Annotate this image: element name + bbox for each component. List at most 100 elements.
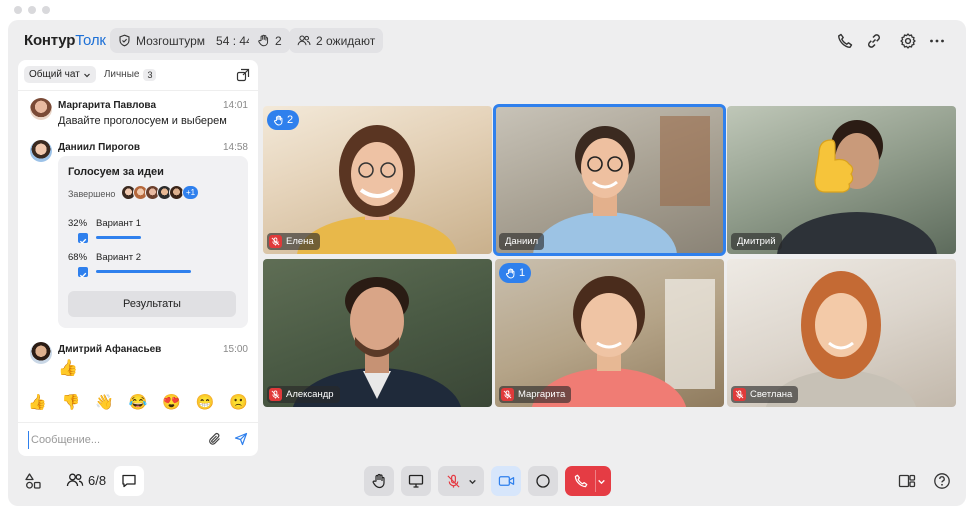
button-divider xyxy=(595,470,596,492)
avatar[interactable] xyxy=(30,98,52,120)
video-tile[interactable]: 1 Маргарита xyxy=(495,259,724,407)
leave-call-button[interactable] xyxy=(565,466,611,496)
mic-off-icon xyxy=(501,388,514,401)
brand-main: Контур xyxy=(24,32,76,49)
window-dot[interactable] xyxy=(28,6,36,14)
participant-video xyxy=(765,271,917,407)
raised-hand-badge: 2 xyxy=(267,110,300,130)
window-dot[interactable] xyxy=(14,6,22,14)
chat-toggle-button[interactable] xyxy=(114,466,144,496)
help-icon[interactable] xyxy=(933,472,951,490)
video-tile[interactable]: Светлана xyxy=(727,259,956,407)
participant-video xyxy=(531,276,715,407)
participant-video xyxy=(777,120,937,254)
option-percent: 32% xyxy=(68,218,88,229)
link-icon[interactable] xyxy=(865,32,883,50)
chat-tabs: Общий чат Личные 3 xyxy=(24,66,157,83)
message-author: Дмитрий Афанасьев xyxy=(58,344,162,355)
popout-icon[interactable] xyxy=(236,68,250,82)
meeting-name: Мозгоштурм xyxy=(136,33,206,48)
reaction-thumbs-up[interactable]: 👍 xyxy=(28,393,47,411)
option-result-bar xyxy=(96,270,191,273)
option-label: Вариант 2 xyxy=(96,252,142,263)
message-input[interactable] xyxy=(28,431,188,449)
video-tile[interactable]: 2 Елена xyxy=(263,106,492,254)
meeting-timer: 54 : 44 xyxy=(216,33,253,48)
meeting-info[interactable]: Мозгоштурм 54 : 44 xyxy=(110,28,261,53)
participant-name: Маргарита xyxy=(518,389,566,400)
camera-icon xyxy=(498,476,514,486)
reaction-thumbs-down[interactable]: 👎 xyxy=(62,393,81,411)
message-composer xyxy=(18,422,258,456)
option-label: Вариант 1 xyxy=(96,218,142,229)
participant-video xyxy=(297,125,457,254)
poll-results-button[interactable]: Результаты xyxy=(68,291,236,317)
hand-icon xyxy=(274,115,283,125)
option-result-bar xyxy=(96,236,141,239)
waiting-room-button[interactable]: 2 ожидают xyxy=(289,28,384,53)
participant-nametag: Елена xyxy=(267,233,320,250)
private-count-badge: 3 xyxy=(143,68,157,81)
microphone-button[interactable] xyxy=(438,466,484,496)
tab-general-chat[interactable]: Общий чат xyxy=(24,66,96,83)
raised-hands-button[interactable]: 2 xyxy=(249,28,290,53)
record-icon xyxy=(536,474,550,488)
avatar[interactable] xyxy=(30,140,52,162)
layout-icon[interactable] xyxy=(898,473,916,489)
poll-title: Голосуем за идеи xyxy=(68,166,164,178)
tab-private-chat[interactable]: Личные 3 xyxy=(104,68,157,81)
raise-hand-button[interactable] xyxy=(364,466,394,496)
avatar[interactable] xyxy=(30,342,52,364)
shield-icon xyxy=(119,34,130,47)
chat-icon xyxy=(122,474,136,488)
tab-general-label: Общий чат xyxy=(29,69,80,80)
chevron-down-icon[interactable] xyxy=(468,477,477,486)
phone-icon[interactable] xyxy=(836,32,854,50)
participant-name: Светлана xyxy=(750,389,793,400)
video-tile[interactable]: Даниил xyxy=(493,104,726,256)
reaction-laugh[interactable]: 😂 xyxy=(129,393,148,411)
participant-nametag: Даниил xyxy=(499,233,545,250)
hand-icon xyxy=(506,268,515,278)
screen-share-button[interactable] xyxy=(401,466,431,496)
poll-voters: +1 xyxy=(121,185,199,200)
option-check-icon xyxy=(78,267,88,278)
participant-video xyxy=(533,116,710,254)
participant-nametag: Светлана xyxy=(731,386,799,403)
window-dot[interactable] xyxy=(42,6,50,14)
participants-button[interactable]: 6/8 xyxy=(66,472,106,488)
hand-order: 2 xyxy=(287,114,294,126)
participant-nametag: Дмитрий xyxy=(731,233,782,250)
more-voters-badge[interactable]: +1 xyxy=(182,185,199,200)
message-text: Давайте проголосуем и выберем xyxy=(58,115,227,127)
chevron-down-icon[interactable] xyxy=(597,477,606,486)
reaction-bar: 👍 👎 👋 😂 😍 😁 🙁 xyxy=(28,393,248,411)
app-logo: КонтурТолк xyxy=(24,32,106,49)
participant-nametag: Маргарита xyxy=(499,386,572,403)
send-icon[interactable] xyxy=(234,432,248,446)
people-icon xyxy=(297,35,311,46)
more-icon[interactable] xyxy=(928,32,946,50)
phone-hangup-icon xyxy=(574,474,588,488)
hand-order: 1 xyxy=(519,267,526,279)
brand-accent: Толк xyxy=(75,32,106,49)
message-emoji: 👍 xyxy=(58,360,78,377)
participant-name: Дмитрий xyxy=(737,236,776,247)
poll-card: Голосуем за идеи Завершено +1 32% Вариан… xyxy=(58,156,248,328)
reaction-wave[interactable]: 👋 xyxy=(95,393,114,411)
message-author: Маргарита Павлова xyxy=(58,100,157,111)
people-icon xyxy=(66,473,84,487)
reaction-frown[interactable]: 🙁 xyxy=(229,393,248,411)
gear-icon[interactable] xyxy=(899,32,917,50)
apps-icon[interactable] xyxy=(24,472,42,490)
reaction-heart-eyes[interactable]: 😍 xyxy=(162,393,181,411)
camera-button[interactable] xyxy=(491,466,521,496)
mic-off-icon xyxy=(733,388,746,401)
video-tile[interactable]: Александр xyxy=(263,259,492,407)
record-button[interactable] xyxy=(528,466,558,496)
poll-status: Завершено xyxy=(68,189,116,199)
video-tile[interactable]: Дмитрий xyxy=(727,106,956,254)
reaction-grin[interactable]: 😁 xyxy=(196,393,215,411)
paperclip-icon[interactable] xyxy=(208,432,222,446)
chat-panel: Общий чат Личные 3 Маргарита Павлова 14:… xyxy=(18,60,258,456)
